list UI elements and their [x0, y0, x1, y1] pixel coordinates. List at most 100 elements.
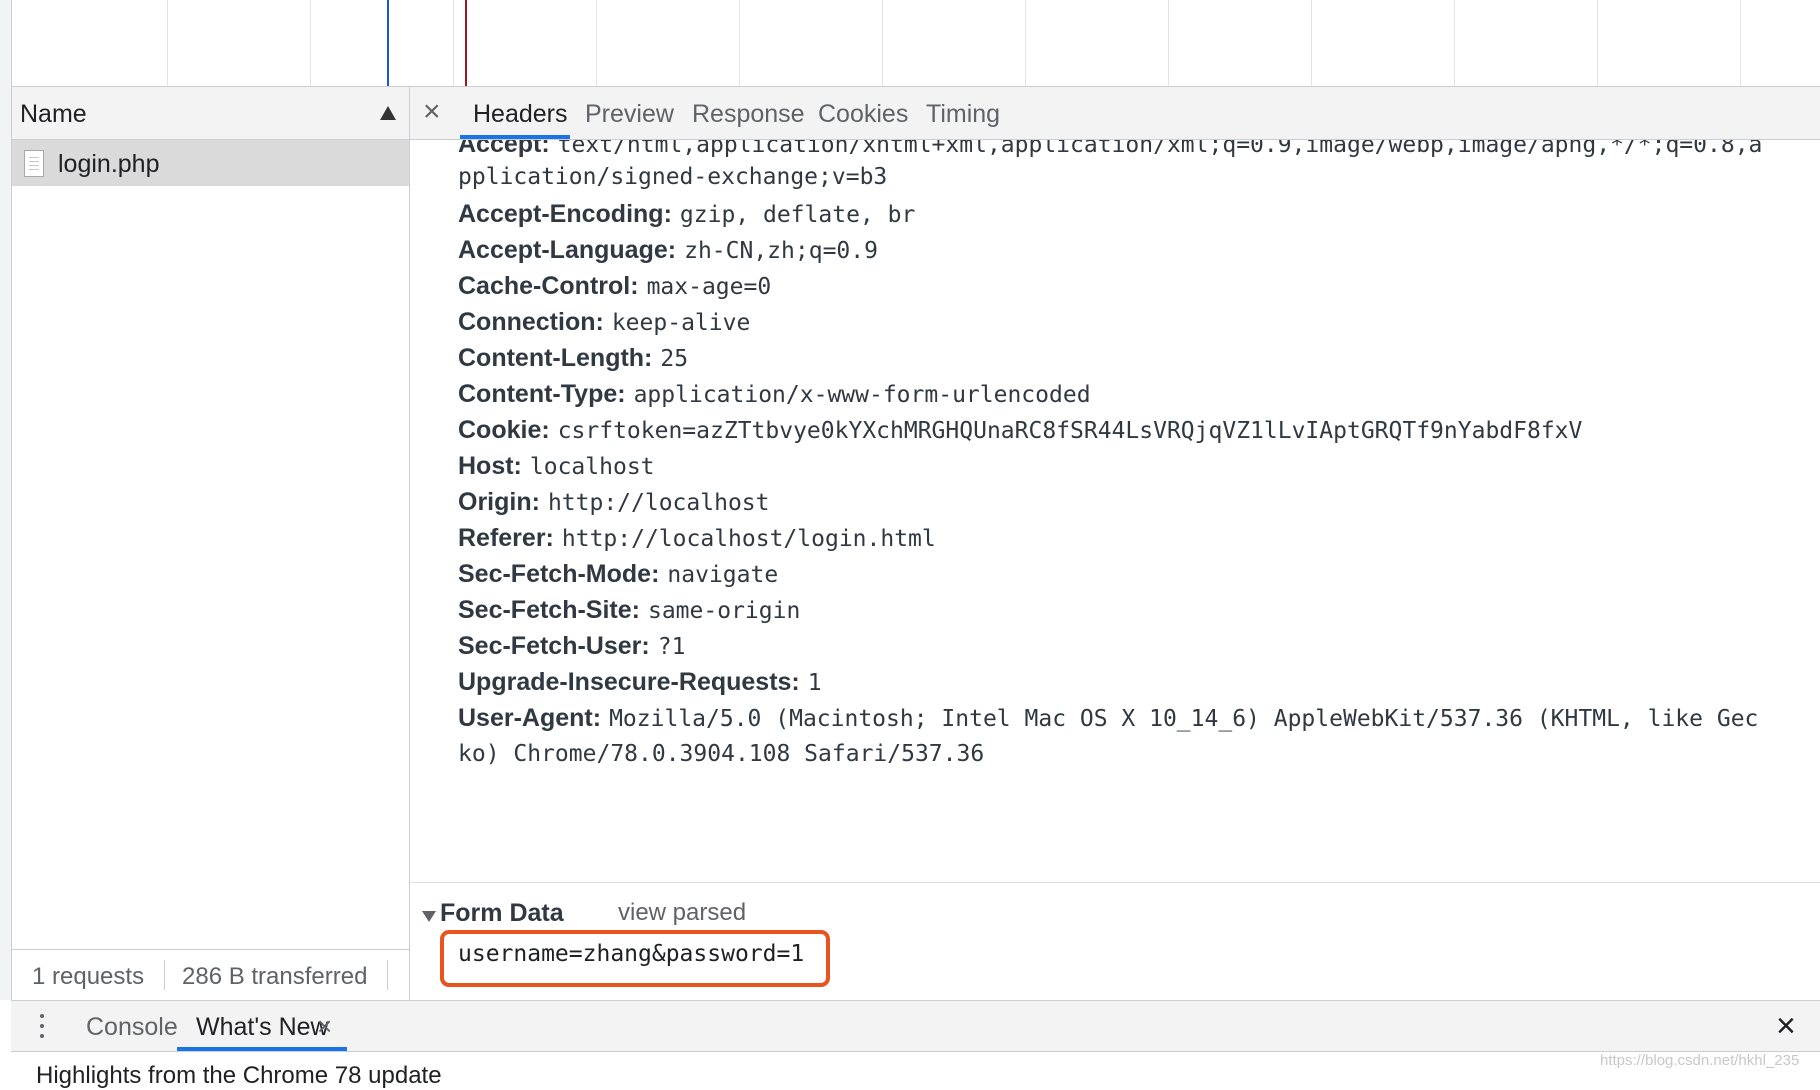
header-value: http://localhost — [547, 490, 770, 516]
whats-new-heading: Highlights from the Chrome 78 update — [36, 1062, 442, 1089]
name-column-label: Name — [20, 100, 87, 128]
header-value: 25 — [660, 346, 689, 372]
request-name: login.php — [58, 150, 160, 178]
header-row-content-length: Content-Length: 25 — [458, 340, 688, 380]
header-name: Content-Type: — [458, 380, 626, 408]
network-timeline-overview[interactable] — [12, 0, 1820, 87]
header-value: max-age=0 — [646, 274, 772, 300]
view-parsed-toggle[interactable]: view parsed — [618, 899, 746, 927]
tab-response[interactable]: Response — [692, 100, 805, 129]
header-value: http://localhost/login.html — [561, 526, 936, 552]
tab-timing[interactable]: Timing — [926, 100, 1000, 129]
header-name: Connection: — [458, 308, 604, 336]
header-row-cookie: Cookie: csrftoken=azZTtbvye0kYXchMRGHQUna… — [458, 412, 1582, 452]
timeline-gridline — [310, 0, 311, 86]
divider — [164, 960, 165, 990]
header-row-user-agent-continued: ko) Chrome/78.0.3904.108 Safari/537.36 — [458, 736, 984, 775]
watermark: https://blog.csdn.net/hkhl_235 — [1600, 1052, 1800, 1069]
header-value: zh-CN,zh;q=0.9 — [684, 238, 878, 264]
timeline-gridline — [1025, 0, 1026, 86]
timeline-gridline — [1168, 0, 1169, 86]
drawer-tab-bar: Console What's New × × — [11, 1000, 1820, 1052]
tab-whats-new[interactable]: What's New — [196, 1013, 329, 1042]
timeline-gridline — [739, 0, 740, 86]
header-name: Accept-Language: — [458, 236, 677, 264]
header-value: navigate — [667, 562, 779, 588]
active-tab-indicator — [460, 135, 570, 139]
header-value: same-origin — [647, 598, 801, 624]
requests-panel: Name login.php 1 requests 286 B transfer… — [12, 87, 410, 1000]
header-value: Mozilla/5.0 (Macintosh; Intel Mac OS X 1… — [609, 706, 1759, 732]
active-tab-indicator — [177, 1047, 347, 1051]
header-name: Sec-Fetch-Site: — [458, 596, 640, 624]
request-detail-panel: × Headers Preview Response Cookies Timin… — [410, 87, 1820, 1000]
header-row-sec-fetch-site: Sec-Fetch-Site: same-origin — [458, 592, 800, 632]
header-row-accept-continued: pplication/signed-exchange;v=b3 — [458, 159, 887, 198]
header-row-accept-encoding: Accept-Encoding: gzip, deflate, br — [458, 196, 915, 236]
header-row-user-agent: User-Agent: Mozilla/5.0 (Macintosh; Intel… — [458, 700, 1758, 740]
header-value: ?1 — [657, 634, 686, 660]
timeline-gridline — [1311, 0, 1312, 86]
header-name: Sec-Fetch-Mode: — [458, 560, 660, 588]
header-row-origin: Origin: http://localhost — [458, 484, 770, 524]
request-headers-list: Accept: text/html,application/xhtml+xml,a… — [410, 140, 1820, 969]
close-tab-icon[interactable]: × — [317, 1011, 332, 1042]
tab-cookies[interactable]: Cookies — [818, 100, 908, 129]
request-count: 1 requests — [32, 963, 145, 990]
header-name: Cookie: — [458, 416, 550, 444]
header-value: application/x-www-form-urlencoded — [633, 382, 1091, 408]
header-value: text/html,application/xhtml+xml,applicat… — [557, 140, 1763, 158]
document-file-icon — [24, 150, 44, 177]
header-row-sec-fetch-mode: Sec-Fetch-Mode: navigate — [458, 556, 778, 596]
close-detail-icon[interactable]: × — [423, 95, 441, 129]
form-data-section-title[interactable]: Form Data — [440, 899, 564, 928]
header-name: Upgrade-Insecure-Requests: — [458, 668, 800, 696]
header-value: gzip, deflate, br — [679, 202, 916, 228]
header-name: Cache-Control: — [458, 272, 639, 300]
header-name: User-Agent: — [458, 704, 602, 732]
divider — [387, 960, 388, 990]
timeline-gridline — [1740, 0, 1741, 86]
header-value: ko) Chrome/78.0.3904.108 Safari/537.36 — [458, 741, 985, 767]
header-name: Accept: — [458, 140, 550, 158]
left-edge-strip — [0, 0, 12, 1080]
timeline-gridline — [167, 0, 168, 86]
name-column-header[interactable]: Name — [12, 87, 409, 140]
tab-headers[interactable]: Headers — [473, 100, 568, 129]
tab-console[interactable]: Console — [86, 1013, 178, 1042]
header-row-connection: Connection: keep-alive — [458, 304, 750, 344]
header-row-cache-control: Cache-Control: max-age=0 — [458, 268, 771, 308]
request-row[interactable]: login.php — [12, 140, 409, 186]
sort-ascending-icon[interactable] — [380, 106, 396, 120]
header-name: Content-Length: — [458, 344, 653, 372]
header-row-referer: Referer: http://localhost/login.html — [458, 520, 936, 560]
network-summary-bar: 1 requests 286 B transferred — [12, 949, 409, 1000]
timeline-gridline — [1597, 0, 1598, 86]
header-name: Origin: — [458, 488, 540, 516]
tab-preview[interactable]: Preview — [585, 100, 674, 129]
header-value: pplication/signed-exchange;v=b3 — [458, 164, 888, 190]
more-options-icon[interactable] — [40, 1014, 44, 1038]
header-row-upgrade-insecure-requests: Upgrade-Insecure-Requests: 1 — [458, 664, 822, 704]
collapse-triangle-icon[interactable] — [422, 911, 436, 922]
detail-tab-bar: × Headers Preview Response Cookies Timin… — [410, 87, 1820, 140]
highlight-annotation-box — [440, 930, 830, 987]
header-row-accept-language: Accept-Language: zh-CN,zh;q=0.9 — [458, 232, 878, 272]
header-value: keep-alive — [611, 310, 751, 336]
header-name: Sec-Fetch-User: — [458, 632, 650, 660]
timeline-gridline — [882, 0, 883, 86]
close-drawer-icon[interactable]: × — [1776, 1007, 1796, 1046]
header-name: Host: — [458, 452, 522, 480]
header-value: 1 — [807, 670, 822, 696]
bottom-drawer: Console What's New × × Highlights from t… — [0, 1000, 1820, 1089]
header-row-content-type: Content-Type: application/x-www-form-urle… — [458, 376, 1091, 416]
section-divider — [410, 882, 1820, 883]
header-name: Accept-Encoding: — [458, 200, 672, 228]
header-value: localhost — [529, 454, 655, 480]
header-row-sec-fetch-user: Sec-Fetch-User: ?1 — [458, 628, 685, 668]
header-name: Referer: — [458, 524, 554, 552]
load-event-marker — [465, 0, 467, 86]
header-row-host: Host: localhost — [458, 448, 655, 488]
transferred-size: 286 B transferred — [182, 963, 368, 990]
timeline-gridline — [453, 0, 454, 86]
